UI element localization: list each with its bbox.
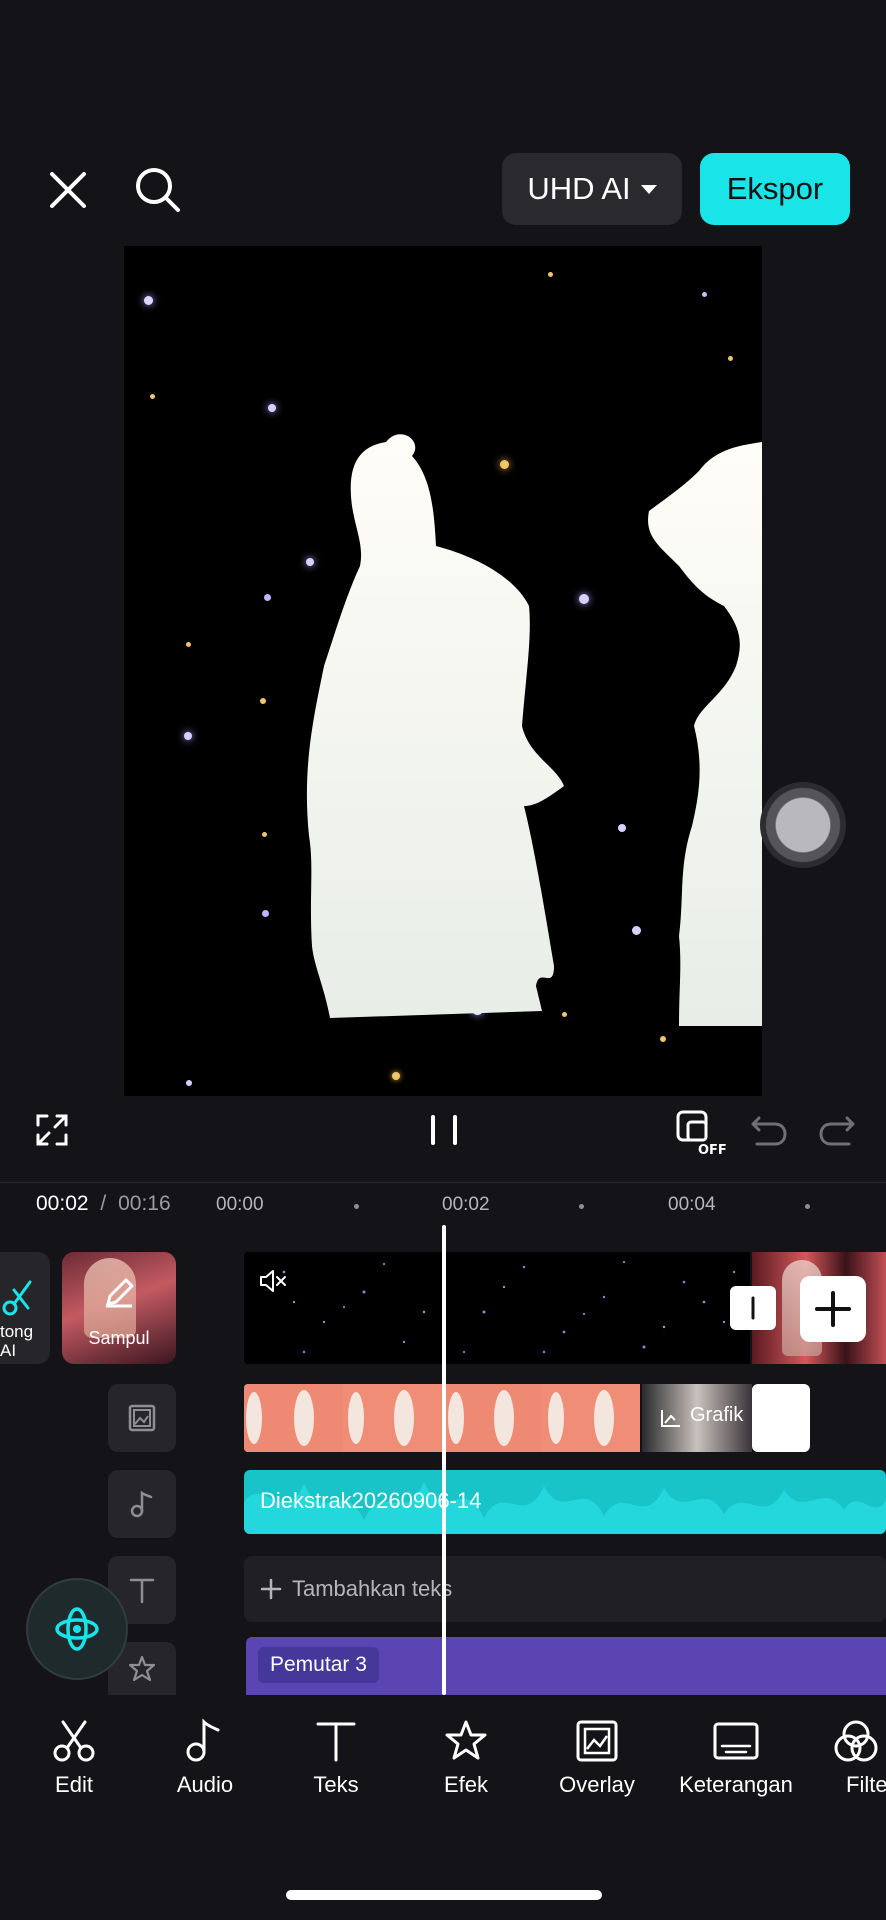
- ruler-tick-label: 00:04: [668, 1194, 716, 1215]
- export-button[interactable]: Ekspor: [700, 153, 850, 225]
- scissors-icon: [53, 1720, 95, 1762]
- main-video-clip[interactable]: [244, 1252, 750, 1364]
- orbit-icon: [55, 1607, 99, 1651]
- star-effect-icon: [128, 1655, 156, 1681]
- toolbar-text[interactable]: Teks: [276, 1718, 396, 1798]
- overlay-clip-handle[interactable]: [752, 1384, 810, 1452]
- svg-text:OFF: OFF: [698, 1143, 727, 1158]
- fullscreen-icon: [36, 1114, 68, 1146]
- transition-icon: [751, 1296, 755, 1320]
- playhead[interactable]: [442, 1225, 446, 1695]
- audio-clip[interactable]: Diekstrak20260906-14: [244, 1470, 886, 1534]
- chevron-down-icon: [640, 184, 657, 194]
- audio-clip-label: Diekstrak20260906-14: [260, 1488, 482, 1513]
- toolbar-effects-label: Efek: [443, 1772, 489, 1797]
- floating-record-button[interactable]: [760, 782, 846, 868]
- close-icon: [50, 172, 86, 208]
- ruler-dot: [579, 1204, 584, 1209]
- add-text-label: Tambahkan teks: [292, 1576, 453, 1601]
- total-time: 00:16: [118, 1192, 171, 1215]
- toolbar-filters[interactable]: Filte: [826, 1718, 886, 1798]
- toolbar-edit-label: Edit: [55, 1772, 93, 1797]
- toolbar-captions[interactable]: Keterangan: [676, 1718, 796, 1798]
- graphic-icon: [661, 1410, 680, 1427]
- ruler-tick-label: 00:02: [442, 1194, 490, 1215]
- ruler-dot: [805, 1204, 810, 1209]
- audio-track-button[interactable]: [108, 1470, 176, 1538]
- overlay-track-icon: [128, 1404, 156, 1432]
- filter-icon: [834, 1720, 878, 1762]
- search-icon: [136, 168, 180, 212]
- effect-clip-label: Pemutar 3: [258, 1647, 379, 1683]
- star-effect-icon: [445, 1720, 487, 1760]
- search-button[interactable]: [132, 164, 184, 216]
- video-preview[interactable]: [124, 246, 762, 1096]
- cover-button[interactable]: Sampul: [62, 1252, 176, 1364]
- toolbar-audio-label: Audio: [176, 1772, 234, 1797]
- plus-icon: [260, 1578, 282, 1600]
- keyframe-toggle-button[interactable]: OFF: [674, 1108, 728, 1158]
- text-icon: [129, 1578, 155, 1604]
- undo-button[interactable]: [748, 1108, 790, 1152]
- fullscreen-button[interactable]: [32, 1108, 72, 1152]
- transition-button[interactable]: [730, 1286, 776, 1330]
- pencil-icon: [106, 1278, 134, 1308]
- toolbar-filters-label: Filte: [846, 1772, 886, 1797]
- effect-clip[interactable]: Pemutar 3: [246, 1637, 886, 1695]
- keyframe-off-icon: OFF: [676, 1110, 727, 1158]
- toolbar-edit[interactable]: Edit: [14, 1718, 134, 1798]
- ruler-tick-label: 00:00: [216, 1194, 264, 1215]
- ruler-dot: [354, 1204, 359, 1209]
- starfield-thumbnail: [282, 1260, 736, 1354]
- muted-speaker-icon[interactable]: [258, 1268, 288, 1294]
- music-note-icon: [186, 1718, 220, 1762]
- dancer-silhouette: [306, 434, 762, 1026]
- current-time: 00:02: [36, 1192, 89, 1215]
- timecode: 00:02 / 00:16: [36, 1192, 171, 1216]
- home-indicator[interactable]: [286, 1890, 602, 1900]
- overlay-icon: [576, 1720, 618, 1762]
- graphic-clip-label: Grafik: [690, 1404, 744, 1426]
- toolbar-audio[interactable]: Audio: [145, 1718, 265, 1798]
- overlay-track-button[interactable]: [108, 1384, 176, 1452]
- caption-icon: [713, 1722, 759, 1760]
- ai-assistant-button[interactable]: [28, 1580, 126, 1678]
- add-clip-button[interactable]: [800, 1276, 866, 1342]
- quality-label: UHD AI: [527, 171, 631, 206]
- toolbar-overlay[interactable]: Overlay: [537, 1718, 657, 1798]
- ai-cut-button[interactable]: tong AI: [0, 1252, 50, 1364]
- time-separator: /: [100, 1192, 107, 1215]
- graphic-clip[interactable]: Grafik: [642, 1384, 752, 1452]
- music-note-icon: [130, 1490, 153, 1518]
- ai-cut-label: tong AI: [0, 1322, 34, 1360]
- toolbar-text-label: Teks: [313, 1772, 359, 1797]
- pause-button[interactable]: [424, 1108, 464, 1152]
- toolbar-overlay-label: Overlay: [559, 1772, 635, 1797]
- cover-label: Sampul: [88, 1328, 150, 1348]
- add-text-track[interactable]: Tambahkan teks: [244, 1556, 886, 1622]
- ai-scissors-icon: [2, 1280, 32, 1316]
- toolbar-captions-label: Keterangan: [679, 1772, 793, 1797]
- plus-icon: [815, 1291, 851, 1327]
- text-icon: [316, 1722, 356, 1762]
- close-button[interactable]: [44, 166, 92, 214]
- redo-icon: [819, 1116, 855, 1146]
- undo-icon: [751, 1116, 787, 1146]
- pause-icon: [431, 1115, 457, 1145]
- redo-button[interactable]: [816, 1108, 858, 1152]
- quality-dropdown[interactable]: UHD AI: [502, 153, 682, 225]
- toolbar-effects[interactable]: Efek: [406, 1718, 526, 1798]
